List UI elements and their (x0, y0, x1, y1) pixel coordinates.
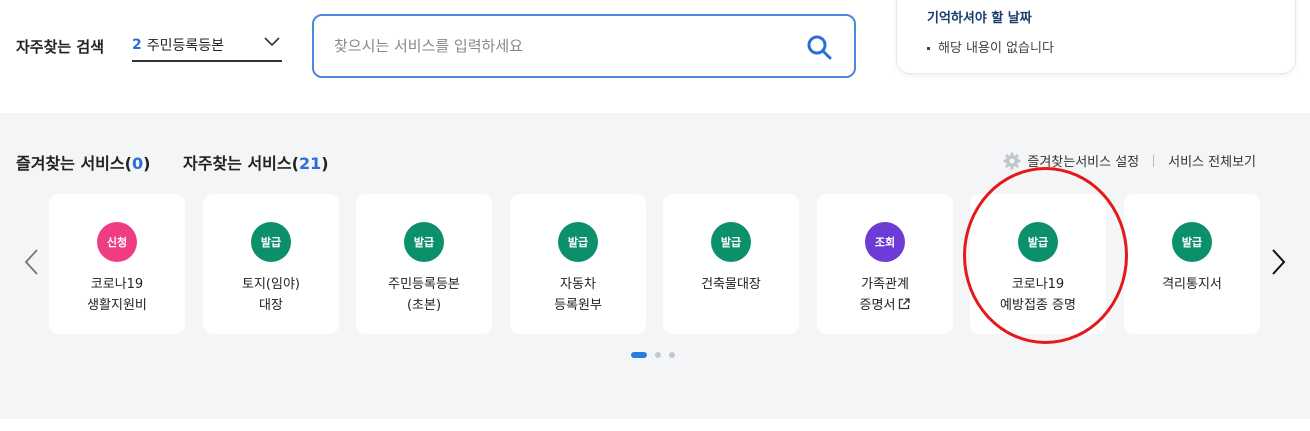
bullet-icon (927, 47, 930, 50)
service-name: 토지(임야) 대장 (203, 274, 339, 316)
service-name: 자동차등록원부 (510, 274, 646, 316)
pagination-dot[interactable] (631, 352, 647, 358)
service-name-text: 생활지원비 (87, 298, 147, 313)
tab-favorite-count: 0 (131, 154, 144, 173)
chevron-down-icon (264, 37, 280, 47)
service-name-line: 토지(임야) (242, 277, 300, 292)
search-box (312, 14, 856, 78)
service-name: 격리통지서 (1124, 274, 1260, 295)
frequent-search-label: 자주찾는 검색 (16, 38, 105, 56)
carousel-pagination (631, 352, 683, 358)
service-card[interactable]: 발급격리통지서 (1124, 194, 1260, 334)
service-badge: 발급 (404, 222, 444, 262)
service-badge: 발급 (1018, 222, 1058, 262)
service-name-line: 대장 (203, 295, 339, 316)
tab-favorite-label: 즐겨찾는 서비스 (16, 154, 125, 173)
service-name: 주민등록등본 (초본) (356, 274, 492, 316)
service-badge: 발급 (1172, 222, 1212, 262)
tab-frequent-count: 21 (298, 154, 322, 173)
service-card[interactable]: 발급코로나19 예방접종 증명 (970, 194, 1106, 334)
service-name: 코로나19 예방접종 증명 (970, 274, 1106, 316)
service-card[interactable]: 발급건축물대장 (663, 194, 799, 334)
service-card[interactable]: 발급주민등록등본 (초본) (356, 194, 492, 334)
services-section: 즐겨찾는 서비스(0) 자주찾는 서비스(21) 즐겨찾는서비스 설정 서비스 … (0, 113, 1310, 419)
tab-frequent-label: 자주찾는 서비스 (183, 154, 292, 173)
carousel-next-icon[interactable] (1268, 247, 1288, 277)
service-name-text: (초본) (406, 298, 442, 313)
service-name-line: 코로나19 (1011, 277, 1065, 292)
all-services-link[interactable]: 서비스 전체보기 (1168, 151, 1256, 170)
search-icon[interactable] (806, 34, 832, 60)
frequent-search-select[interactable]: 2 주민등록등본 (132, 30, 282, 62)
remember-dates-title: 기억하셔야 할 날짜 (927, 11, 1032, 26)
service-name: 건축물대장 (663, 274, 799, 295)
service-badge: 발급 (251, 222, 291, 262)
divider (1153, 154, 1155, 167)
tab-frequent-services[interactable]: 자주찾는 서비스(21) (183, 150, 329, 174)
service-name-text: 예방접종 증명 (1000, 298, 1076, 313)
remember-dates-empty: 해당 내용이 없습니다 (927, 37, 1054, 56)
service-card[interactable]: 조회가족관계증명서 (817, 194, 953, 334)
service-badge: 신청 (97, 222, 137, 262)
service-name-line: (초본) (356, 295, 492, 316)
service-name-line: 격리통지서 (1162, 277, 1222, 292)
top-section: 자주찾는 검색 2 주민등록등본 기억하셔야 할 날짜 해당 내용이 없습니다 (0, 0, 1310, 113)
external-link-icon (899, 298, 911, 310)
service-name-line: 코로나19 (90, 277, 144, 292)
service-card[interactable]: 발급자동차등록원부 (510, 194, 646, 334)
service-name-line: 증명서 (817, 295, 953, 316)
service-name-text: 등록원부 (554, 298, 602, 313)
service-name-text: 증명서 (859, 298, 896, 313)
service-name-text: 대장 (259, 298, 283, 313)
service-name-line: 예방접종 증명 (970, 295, 1106, 316)
search-input[interactable] (334, 32, 774, 60)
service-name: 코로나19 생활지원비 (49, 274, 185, 316)
service-name: 가족관계증명서 (817, 274, 953, 316)
service-name-line: 가족관계 (861, 277, 909, 292)
service-card[interactable]: 신청코로나19 생활지원비 (49, 194, 185, 334)
service-name-line: 생활지원비 (49, 295, 185, 316)
frequent-search-value: 주민등록등본 (146, 38, 225, 54)
service-name-line: 건축물대장 (701, 277, 761, 292)
service-name-line: 등록원부 (510, 295, 646, 316)
pagination-dot[interactable] (655, 352, 661, 358)
remember-empty-text: 해당 내용이 없습니다 (938, 41, 1054, 56)
service-badge: 발급 (711, 222, 751, 262)
pagination-dot[interactable] (669, 352, 675, 358)
remember-dates-card: 기억하셔야 할 날짜 해당 내용이 없습니다 (896, 0, 1296, 74)
service-badge: 발급 (558, 222, 598, 262)
service-links: 즐겨찾는서비스 설정 서비스 전체보기 (1003, 151, 1256, 170)
frequent-search-rank: 2 (132, 37, 142, 53)
favorite-settings-link[interactable]: 즐겨찾는서비스 설정 (1027, 151, 1139, 170)
tab-favorite-services[interactable]: 즐겨찾는 서비스(0) (16, 150, 150, 174)
service-card[interactable]: 발급토지(임야) 대장 (203, 194, 339, 334)
gear-icon (1003, 152, 1021, 169)
service-name-line: 자동차 (560, 277, 596, 292)
carousel-prev-icon[interactable] (22, 247, 42, 277)
service-badge: 조회 (865, 222, 905, 262)
service-name-line: 주민등록등본 (388, 277, 460, 292)
